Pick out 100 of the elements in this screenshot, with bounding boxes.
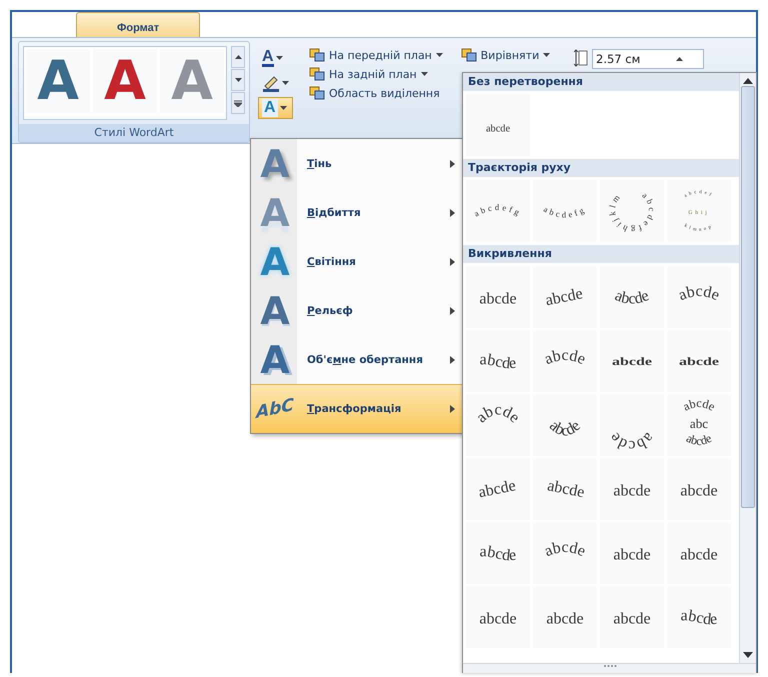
transform-option[interactable]: abcde (600, 330, 664, 392)
sample-text: abcde (612, 287, 652, 308)
transform-option[interactable]: abcde (466, 458, 530, 520)
transform-option[interactable]: abcde (667, 586, 731, 648)
group-label: Стилі WordArt (19, 124, 249, 142)
wordart-style[interactable]: A (93, 49, 157, 113)
transform-option[interactable]: abcde (533, 586, 597, 648)
section-heading: Без перетворення (463, 73, 739, 91)
layers-icon (309, 67, 325, 81)
sample-text: abcde (613, 482, 651, 500)
transform-option[interactable]: abcde (600, 458, 664, 520)
transform-option[interactable]: abcde (466, 522, 530, 584)
sample-text: abcde (676, 283, 722, 304)
sample-text: abcde (544, 285, 584, 310)
height-input[interactable]: 2.57 см (596, 52, 676, 66)
section-heading: Траєкторія руху (463, 159, 739, 177)
transform-option[interactable]: abcde (533, 458, 597, 520)
submenu-arrow-icon (450, 258, 455, 266)
transform-option[interactable]: abcde (466, 586, 530, 648)
sample-text: abcde (680, 482, 718, 500)
sample-text: abcde (546, 477, 586, 502)
resize-grip-icon[interactable] (602, 664, 616, 668)
transform-option[interactable]: abcde (600, 586, 664, 648)
scroll-down-icon[interactable] (743, 652, 753, 659)
scroll-up-icon[interactable] (743, 77, 753, 84)
sample-text: abcde (680, 546, 718, 564)
menu-item[interactable]: AbC Трансформація (251, 384, 465, 433)
height-field[interactable]: 2.57 см (592, 49, 704, 69)
sample-text: abcde (546, 610, 584, 628)
caret-icon (276, 56, 283, 60)
caret-icon (234, 78, 242, 82)
sample-text: abcde (473, 402, 523, 426)
transform-option[interactable]: abcde (533, 266, 597, 328)
transform-option[interactable]: abcde (667, 522, 731, 584)
submenu-arrow-icon (450, 306, 455, 314)
sample-text: abcde (542, 539, 588, 560)
submenu-arrow-icon (450, 160, 455, 168)
sample-text: abcde (546, 417, 584, 440)
sample-text: abc (690, 416, 708, 431)
layers-icon (309, 86, 325, 100)
text-fill-button[interactable]: A (258, 47, 293, 69)
submenu-arrow-icon (450, 356, 455, 364)
transform-option[interactable]: abcde (600, 266, 664, 328)
transform-option[interactable]: abcdefg (466, 180, 530, 242)
sample-text: abcde (479, 543, 518, 564)
transform-option[interactable]: abcde (466, 266, 530, 328)
scrollbar[interactable] (739, 73, 756, 663)
sample-text: abcde (606, 429, 658, 454)
sample-text: abcde (542, 347, 588, 368)
caret-icon (676, 57, 683, 61)
transform-option[interactable]: abcde (533, 394, 597, 456)
sample-text: abcde (479, 290, 517, 308)
sample-text: abcde (680, 396, 718, 414)
more-button[interactable] (231, 92, 245, 114)
caret-icon (234, 55, 242, 59)
layers-icon (460, 48, 477, 62)
transform-option[interactable]: abcde (667, 266, 731, 328)
transform-option[interactable]: abcdefg (533, 180, 597, 242)
sample-text: abcde (613, 546, 651, 564)
sample-text: abcde (612, 355, 652, 368)
height-icon (574, 49, 588, 67)
sample-text: abcde (684, 430, 714, 448)
section-heading: Викривлення (463, 245, 739, 263)
more-icon (234, 100, 242, 106)
transform-option[interactable]: abcde abc abcde (667, 394, 731, 456)
transform-option[interactable]: abcde (600, 394, 664, 456)
caret-icon (282, 81, 289, 85)
transform-option[interactable]: abcde (466, 330, 530, 392)
arrange-button[interactable]: На задній план (307, 66, 451, 82)
submenu-arrow-icon (450, 405, 455, 413)
transform-option[interactable]: abcde (533, 522, 597, 584)
spin-up-button[interactable] (676, 57, 683, 61)
transform-option[interactable]: abcde (667, 330, 731, 392)
wordart-style[interactable]: A (26, 49, 90, 113)
layers-icon (309, 48, 325, 62)
transform-option[interactable]: abcde (466, 394, 530, 456)
text-effects-button[interactable]: A (258, 97, 293, 119)
caret-icon (280, 106, 287, 110)
transform-option[interactable]: abcde (466, 94, 530, 156)
transform-option[interactable]: abcde (667, 458, 731, 520)
caret-icon (420, 72, 428, 76)
caret-icon (436, 53, 443, 57)
sample-text: abcde (680, 607, 718, 628)
sample-text: abcde (613, 610, 651, 628)
sample-text: abcdefg (542, 204, 588, 220)
scroll-down-button[interactable] (231, 69, 245, 91)
pen-icon (262, 74, 280, 92)
caret-icon (543, 53, 550, 57)
scroll-thumb[interactable] (741, 86, 755, 508)
sample-text: abcde (477, 477, 518, 502)
transform-option[interactable]: abcde (600, 522, 664, 584)
sample-text: abcdefg (472, 202, 524, 219)
scroll-up-button[interactable] (231, 46, 245, 68)
transform-option[interactable]: abcde (533, 330, 597, 392)
arrange-button[interactable]: Область виділення (307, 85, 451, 101)
menu-item[interactable]: A Тінь (251, 139, 465, 188)
arrange-button[interactable]: На передній план (307, 47, 451, 63)
ribbon-tab[interactable]: Формат (76, 12, 200, 37)
sample-text: abcde (486, 124, 510, 135)
arrange-button[interactable]: Вирівняти (458, 47, 558, 63)
